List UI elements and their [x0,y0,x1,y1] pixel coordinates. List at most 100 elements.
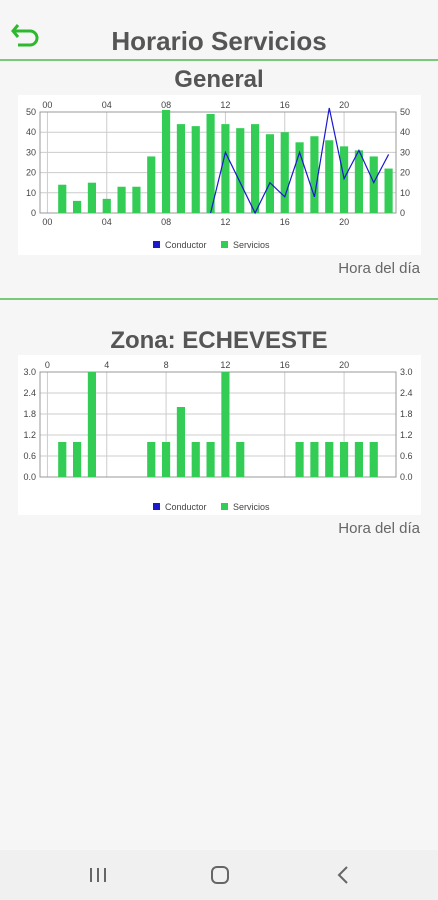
legend-label: Conductor [165,502,207,512]
bar [162,109,171,213]
bar [58,442,67,477]
bar [176,407,185,477]
x-tick-label-bottom: 04 [102,217,112,227]
legend-label: Conductor [165,240,207,250]
recent-apps-button[interactable] [83,862,113,888]
header-divider [0,59,438,61]
y-tick-label-left: 0.0 [23,472,36,482]
x-tick-label-bottom: 12 [220,217,230,227]
bar [87,372,96,477]
bar [236,128,245,213]
x-tick-label-top: 16 [280,360,290,370]
y-tick-label-right: 50 [400,107,410,117]
y-tick-label-right: 40 [400,127,410,137]
x-tick-label-top: 20 [339,100,349,110]
bar [340,442,349,477]
page-title: Horario Servicios [111,26,327,56]
x-tick-label-top: 8 [164,360,169,370]
bar [147,156,156,213]
legend-swatch [221,503,228,510]
bar [87,182,96,213]
bar [117,186,126,213]
section-title-general: General [174,66,264,93]
bar [265,134,274,213]
back-icon [337,866,348,884]
legend-swatch [153,241,160,248]
y-tick-label-right: 0 [400,208,405,218]
x-tick-label-bottom: 20 [339,217,349,227]
bar [295,442,304,477]
home-icon [211,866,229,884]
bar [147,442,156,477]
bar [221,124,230,213]
bar [132,186,141,213]
x-tick-label-top: 00 [42,100,52,110]
x-tick-label-top: 16 [280,100,290,110]
system-navbar [0,850,438,900]
x-tick-label-top: 12 [220,360,230,370]
y-tick-label-right: 10 [400,188,410,198]
x-tick-label-top: 04 [102,100,112,110]
home-button[interactable] [205,862,235,888]
y-tick-label-left: 40 [26,127,36,137]
y-tick-label-right: 3.0 [400,367,413,377]
y-tick-label-left: 0.6 [23,451,36,461]
y-tick-label-left: 2.4 [23,388,36,398]
y-tick-label-right: 30 [400,147,410,157]
nav-back-button[interactable] [328,862,358,888]
x-axis-caption-general: Hora del día [338,260,420,277]
bar [369,156,378,213]
y-tick-label-right: 20 [400,168,410,178]
x-tick-label-top: 0 [45,360,50,370]
bar [310,136,319,213]
y-tick-label-right: 1.2 [400,430,413,440]
y-tick-label-right: 1.8 [400,409,413,419]
chart-zona-svg: 0.0 0.6 1.2 1.8 2.4 3.0 0.0 0.6 1.2 1.8 2.4 3.0 0 4 8 1… [23,360,413,512]
bar [354,150,363,213]
y-tick-label-left: 1.8 [23,409,36,419]
y-tick-label-left: 1.2 [23,430,36,440]
x-tick-label-top: 20 [339,360,349,370]
bar [191,442,200,477]
y-tick-label-left: 50 [26,107,36,117]
bar [102,198,111,213]
bar [221,372,230,477]
chart-zona: 0.0 0.6 1.2 1.8 2.4 3.0 0.0 0.6 1.2 1.8 2.4 3.0 0 4 8 1… [18,355,421,515]
bar [73,200,82,213]
bar [191,126,200,213]
bar [206,114,215,213]
bar [58,184,67,213]
legend-swatch [221,241,228,248]
bar [369,442,378,477]
bar [176,124,185,213]
legend-label: Servicios [233,240,270,250]
bar [251,124,260,213]
x-tick-label-top: 4 [104,360,109,370]
y-tick-label-right: 0.0 [400,472,413,482]
y-tick-label-right: 2.4 [400,388,413,398]
bar [206,442,215,477]
y-tick-label-left: 3.0 [23,367,36,377]
bar [354,442,363,477]
section-divider [0,298,438,300]
x-tick-label-bottom: 08 [161,217,171,227]
chart-general: 0 10 20 30 40 50 0 10 20 30 40 50 00 04 08 12 16 20 00 04 08… [18,95,421,255]
y-tick-label-left: 0 [31,208,36,218]
bar [162,442,171,477]
y-tick-label-left: 20 [26,168,36,178]
bar [325,140,334,213]
x-tick-label-top: 08 [161,100,171,110]
section-title-zona: Zona: ECHEVESTE [110,327,328,354]
x-tick-label-bottom: 16 [280,217,290,227]
x-axis-caption-zona: Hora del día [338,520,420,537]
legend-label: Servicios [233,502,270,512]
y-tick-label-right: 0.6 [400,451,413,461]
recent-apps-icon [90,868,106,882]
y-tick-label-left: 30 [26,147,36,157]
x-tick-label-top: 12 [220,100,230,110]
bar [73,442,82,477]
bar [325,442,334,477]
legend-swatch [153,503,160,510]
bar [310,442,319,477]
bar [280,132,289,213]
